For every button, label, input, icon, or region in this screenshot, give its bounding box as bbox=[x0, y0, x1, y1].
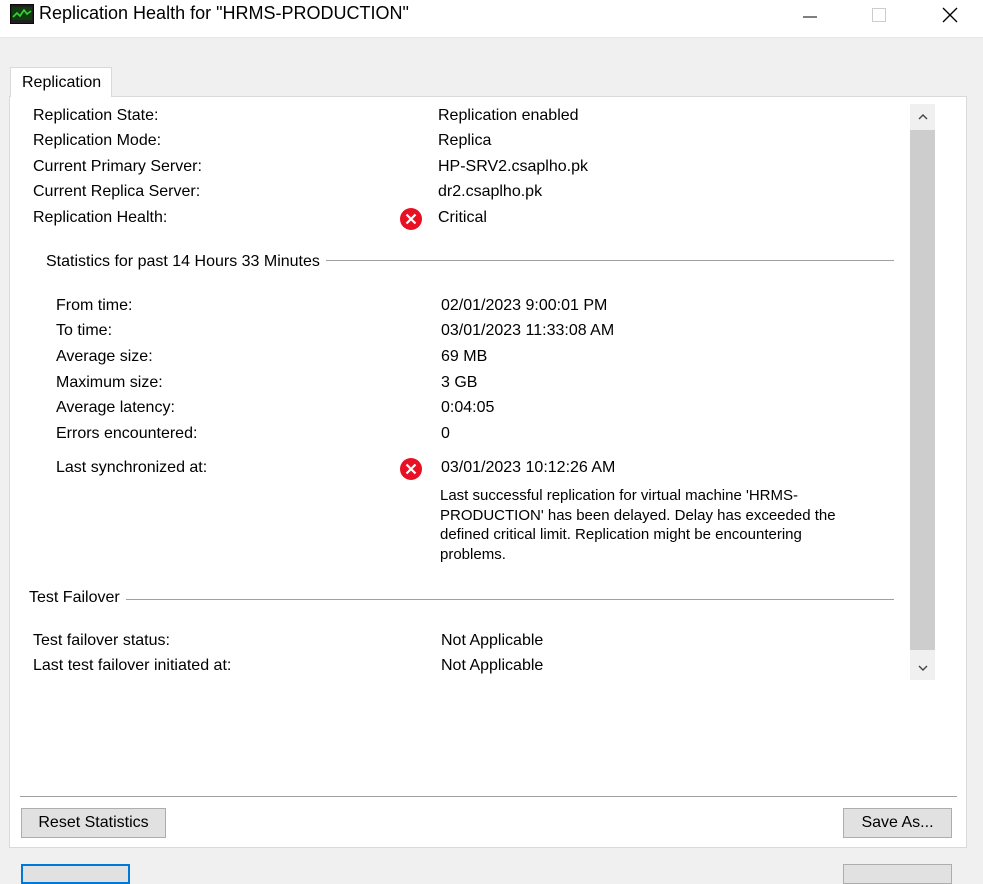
chevron-up-icon bbox=[918, 113, 927, 119]
replication-mode-label: Replication Mode: bbox=[33, 132, 162, 149]
statistics-group-title: Statistics for past 14 Hours 33 Minutes bbox=[46, 253, 326, 271]
replication-health-value: Critical bbox=[438, 209, 487, 226]
test-failover-divider bbox=[29, 599, 894, 600]
tab-replication-label: Replication bbox=[22, 74, 102, 91]
reset-statistics-button[interactable]: Reset Statistics bbox=[21, 808, 166, 838]
last-sync-warning-message: Last successful replication for virtual … bbox=[440, 487, 836, 563]
chevron-down-icon bbox=[918, 665, 927, 671]
minimize-icon bbox=[803, 16, 817, 18]
average-size-value: 69 MB bbox=[441, 348, 488, 365]
replication-state-value: Replication enabled bbox=[438, 107, 579, 124]
from-time-value: 02/01/2023 9:00:01 PM bbox=[441, 297, 608, 314]
replica-server-value: dr2.csaplho.pk bbox=[438, 183, 543, 200]
test-failover-status-label: Test failover status: bbox=[33, 632, 170, 649]
window-title: Replication Health for "HRMS-PRODUCTION" bbox=[39, 3, 409, 23]
test-failover-group-title: Test Failover bbox=[29, 589, 126, 607]
maximum-size-value: 3 GB bbox=[441, 374, 478, 391]
save-as-button[interactable]: Save As... bbox=[843, 808, 952, 838]
to-time-value: 03/01/2023 11:33:08 AM bbox=[441, 322, 615, 339]
maximize-icon bbox=[872, 8, 886, 22]
average-latency-value: 0:04:05 bbox=[441, 399, 495, 416]
replication-state-label: Replication State: bbox=[33, 107, 159, 124]
replica-server-label: Current Replica Server: bbox=[33, 183, 201, 200]
minimize-button[interactable] bbox=[787, 0, 833, 30]
secondary-button-partial[interactable] bbox=[843, 864, 952, 884]
errors-encountered-value: 0 bbox=[441, 425, 450, 442]
last-synchronized-value: 03/01/2023 10:12:26 AM bbox=[441, 459, 616, 476]
tab-replication[interactable]: Replication bbox=[10, 67, 112, 97]
error-icon bbox=[400, 208, 422, 230]
bottom-divider bbox=[20, 796, 957, 797]
error-icon bbox=[400, 458, 422, 480]
vertical-scrollbar[interactable] bbox=[910, 104, 935, 680]
close-button[interactable] bbox=[927, 0, 973, 30]
primary-server-value: HP-SRV2.csaplho.pk bbox=[438, 158, 588, 175]
default-button-partial[interactable] bbox=[21, 864, 130, 884]
primary-server-label: Current Primary Server: bbox=[33, 158, 202, 175]
maximum-size-label: Maximum size: bbox=[56, 374, 163, 391]
last-synchronized-label: Last synchronized at: bbox=[56, 459, 208, 476]
last-test-failover-value: Not Applicable bbox=[441, 657, 544, 674]
replication-mode-value: Replica bbox=[438, 132, 492, 149]
to-time-label: To time: bbox=[56, 322, 113, 339]
replication-health-label: Replication Health: bbox=[33, 209, 168, 226]
errors-encountered-label: Errors encountered: bbox=[56, 425, 198, 442]
close-icon bbox=[942, 7, 958, 23]
scroll-thumb[interactable] bbox=[910, 130, 935, 650]
title-bar: Replication Health for "HRMS-PRODUCTION" bbox=[0, 0, 983, 38]
average-latency-label: Average latency: bbox=[56, 399, 175, 416]
from-time-label: From time: bbox=[56, 297, 133, 314]
scroll-up-button[interactable] bbox=[910, 104, 935, 129]
last-test-failover-label: Last test failover initiated at: bbox=[33, 657, 232, 674]
test-failover-status-value: Not Applicable bbox=[441, 632, 544, 649]
average-size-label: Average size: bbox=[56, 348, 153, 365]
hyperv-monitor-icon bbox=[10, 4, 34, 24]
maximize-button[interactable] bbox=[856, 0, 902, 30]
scroll-down-button[interactable] bbox=[910, 655, 935, 680]
